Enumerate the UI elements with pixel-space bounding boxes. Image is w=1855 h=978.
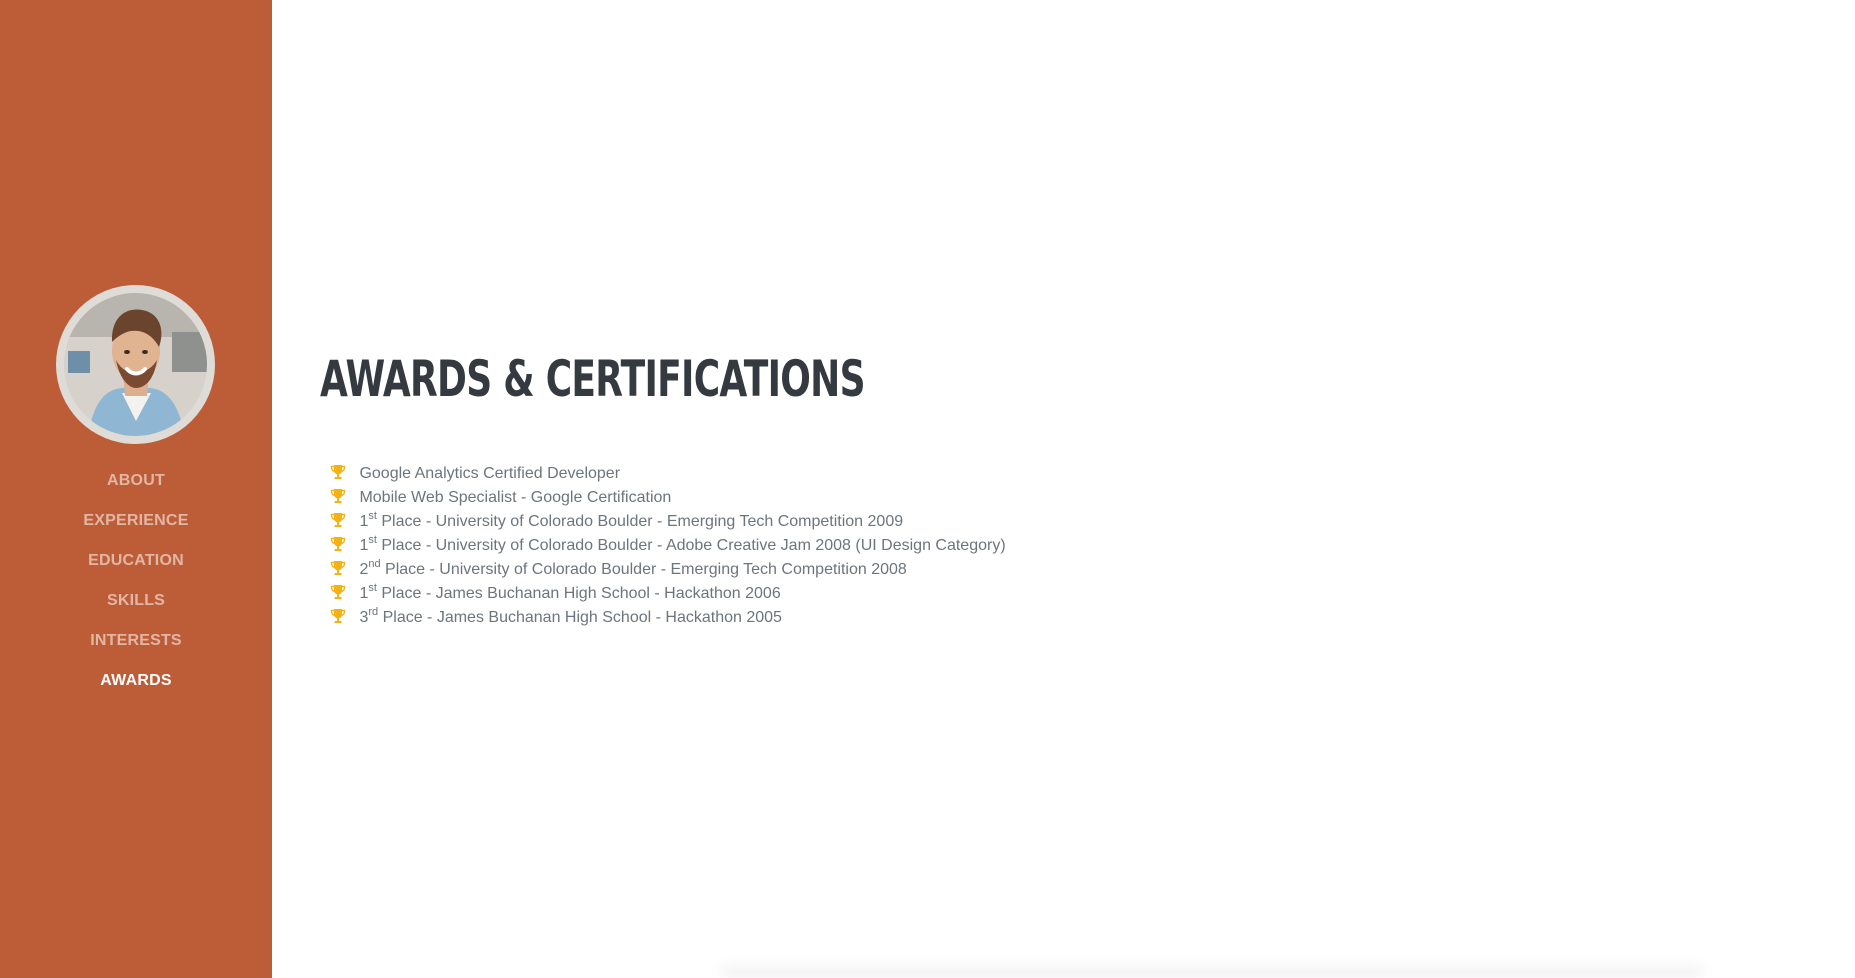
- trophy-icon: [330, 561, 346, 575]
- nav-item-interests: INTERESTS: [0, 621, 272, 661]
- nav-item-education: EDUCATION: [0, 541, 272, 581]
- award-text: 1st Place - University of Colorado Bould…: [359, 509, 904, 530]
- award-description: Place - University of Colorado Boulder -…: [376, 513, 904, 530]
- award-description: Mobile Web Specialist - Google Certifica…: [359, 489, 672, 506]
- award-place-suffix: st: [368, 533, 377, 546]
- awards-list: Google Analytics Certified Developer Mob…: [330, 462, 1006, 630]
- award-description: Place - University of Colorado Boulder -…: [376, 537, 1006, 554]
- nav-link-education[interactable]: EDUCATION: [88, 552, 184, 569]
- award-text: Mobile Web Specialist - Google Certifica…: [359, 489, 671, 506]
- trophy-icon: [330, 465, 346, 479]
- nav-link-awards[interactable]: AWARDS: [100, 672, 171, 689]
- trophy-icon: [330, 585, 346, 599]
- nav-item-skills: SKILLS: [0, 581, 272, 621]
- nav-link-about[interactable]: ABOUT: [107, 472, 165, 489]
- award-item: 1st Place - James Buchanan High School -…: [330, 582, 1006, 606]
- award-text: Google Analytics Certified Developer: [359, 465, 620, 482]
- sidebar-nav: ABOUT EXPERIENCE EDUCATION SKILLS INTERE…: [0, 461, 272, 701]
- award-text: 2nd Place - University of Colorado Bould…: [359, 557, 907, 578]
- award-description: Place - University of Colorado Boulder -…: [380, 561, 907, 578]
- nav-link-skills[interactable]: SKILLS: [107, 592, 165, 609]
- profile-avatar: [56, 285, 215, 444]
- trophy-icon: [330, 609, 346, 623]
- award-text: 1st Place - James Buchanan High School -…: [359, 581, 781, 602]
- section-title: AWARDS & CERTIFICATIONS: [320, 350, 866, 408]
- trophy-icon: [330, 537, 346, 551]
- award-item: 2nd Place - University of Colorado Bould…: [330, 558, 1006, 582]
- nav-link-experience[interactable]: EXPERIENCE: [83, 512, 188, 529]
- bottom-shadow: [722, 960, 1702, 978]
- award-place-suffix: st: [368, 509, 377, 522]
- award-item: 3rd Place - James Buchanan High School -…: [330, 606, 1006, 630]
- award-text: 3rd Place - James Buchanan High School -…: [359, 605, 782, 626]
- trophy-icon: [330, 513, 346, 527]
- award-item: Google Analytics Certified Developer: [330, 462, 1006, 486]
- award-place-suffix: rd: [368, 605, 379, 618]
- resume-page: ABOUT EXPERIENCE EDUCATION SKILLS INTERE…: [0, 0, 1855, 978]
- award-place-suffix: st: [368, 581, 377, 594]
- award-item: Mobile Web Specialist - Google Certifica…: [330, 486, 1006, 510]
- sidebar: ABOUT EXPERIENCE EDUCATION SKILLS INTERE…: [0, 0, 272, 978]
- award-description: Place - James Buchanan High School - Hac…: [378, 609, 782, 626]
- award-text: 1st Place - University of Colorado Bould…: [359, 533, 1006, 554]
- award-item: 1st Place - University of Colorado Bould…: [330, 510, 1006, 534]
- award-description: Google Analytics Certified Developer: [359, 465, 621, 482]
- award-place-suffix: nd: [368, 557, 381, 570]
- award-item: 1st Place - University of Colorado Bould…: [330, 534, 1006, 558]
- award-description: Place - James Buchanan High School - Hac…: [376, 585, 781, 602]
- nav-item-experience: EXPERIENCE: [0, 501, 272, 541]
- nav-item-about: ABOUT: [0, 461, 272, 501]
- nav-item-awards: AWARDS: [0, 661, 272, 701]
- trophy-icon: [330, 489, 346, 503]
- nav-link-interests[interactable]: INTERESTS: [90, 632, 182, 649]
- main-content: AWARDS & CERTIFICATIONS Google Analytics…: [272, 0, 1855, 978]
